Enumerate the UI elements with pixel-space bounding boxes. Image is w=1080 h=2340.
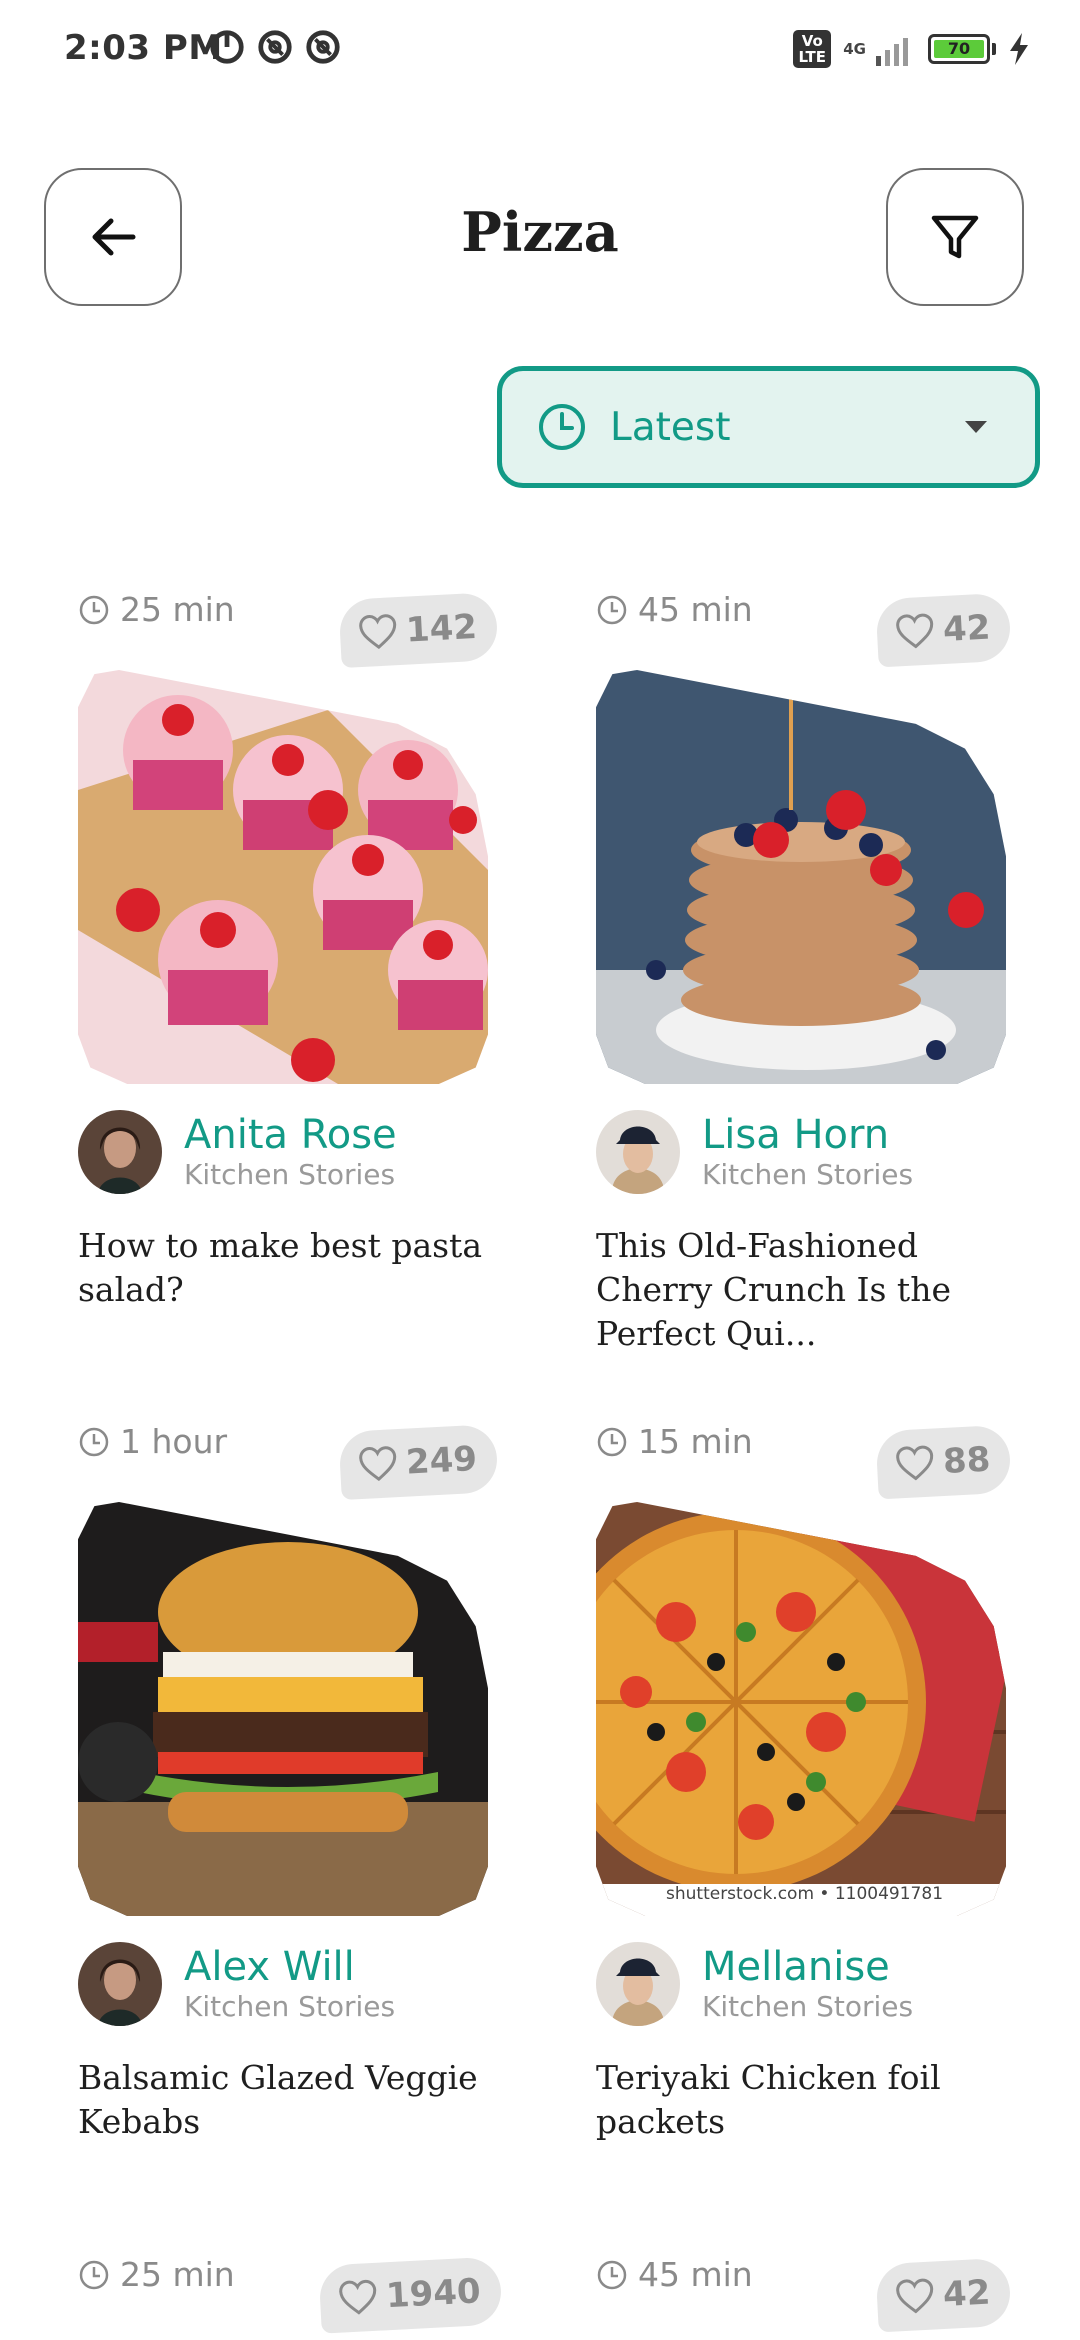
clock-icon <box>79 2260 109 2289</box>
recipe-title[interactable]: Teriyaki Chicken foil packets <box>596 2056 1016 2144</box>
sort-selected-label: Latest <box>610 404 731 450</box>
like-button[interactable]: 42 <box>875 2257 1013 2333</box>
recipe-card[interactable]: 45 min 42 Lisa Horn Kitchen Stories This… <box>596 590 1013 1356</box>
at-icon <box>258 30 292 64</box>
charging-icon <box>1010 33 1028 65</box>
pancakes-photo[interactable] <box>596 670 1006 1084</box>
status-system-icons: Vo LTE 4G 70 <box>793 30 1030 68</box>
volte-icon: Vo LTE <box>793 30 832 68</box>
like-count: 249 <box>404 1438 478 1483</box>
like-count: 42 <box>941 607 992 651</box>
status-bar: 2:03 PM Vo LTE 4G 70 <box>0 0 1080 100</box>
author-source: Kitchen Stories <box>184 1990 396 2023</box>
cook-time: 1 hour <box>78 1422 227 1461</box>
recipe-card[interactable]: 15 min 88 shutterstock.com • 1100491781 … <box>596 1422 1013 2144</box>
network-type: 4G <box>843 40 866 58</box>
avatar[interactable] <box>78 1942 162 2026</box>
heart-icon <box>896 2278 934 2314</box>
clock-icon <box>597 595 627 624</box>
cook-time-label: 1 hour <box>120 1422 228 1461</box>
cook-time: 25 min <box>78 2255 235 2294</box>
like-count: 1940 <box>384 2271 482 2317</box>
cook-time: 45 min <box>596 2255 753 2294</box>
chevron-down-icon <box>965 421 987 433</box>
heart-icon <box>359 614 397 650</box>
cook-time-label: 45 min <box>638 590 753 629</box>
heart-icon <box>896 1445 934 1481</box>
filter-icon <box>931 215 979 259</box>
author-source: Kitchen Stories <box>702 1158 914 1191</box>
signal-icon <box>876 38 908 66</box>
recipe-title[interactable]: This Old-Fashioned Cherry Crunch Is the … <box>596 1224 1036 1356</box>
sync-icon <box>210 30 244 64</box>
cook-time: 25 min <box>78 590 235 629</box>
clock-icon <box>79 595 109 624</box>
like-button[interactable]: 42 <box>875 592 1013 668</box>
avatar[interactable] <box>596 1942 680 2026</box>
like-count: 88 <box>941 1439 992 1483</box>
author-name[interactable]: Mellanise <box>702 1944 913 1990</box>
author-source: Kitchen Stories <box>702 1990 914 2023</box>
cook-time-label: 25 min <box>120 2255 235 2294</box>
cook-time-label: 25 min <box>120 590 235 629</box>
sort-dropdown[interactable]: Latest <box>497 366 1040 488</box>
pizza-photo[interactable] <box>596 1502 1006 1916</box>
cook-time: 15 min <box>596 1422 753 1461</box>
cook-time-label: 45 min <box>638 2255 753 2294</box>
recipe-title[interactable]: How to make best pasta salad? <box>78 1224 498 1312</box>
clock-icon <box>539 404 585 450</box>
at-icon <box>306 30 340 64</box>
cook-time: 45 min <box>596 590 753 629</box>
like-count: 42 <box>941 2272 992 2316</box>
recipe-title[interactable]: Balsamic Glazed Veggie Kebabs <box>78 2056 498 2144</box>
avatar[interactable] <box>596 1110 680 1194</box>
avatar[interactable] <box>78 1110 162 1194</box>
recipe-card[interactable]: 25 min 142 Anita Rose Kitchen Stories Ho… <box>78 590 499 1312</box>
burger-photo[interactable] <box>78 1502 488 1916</box>
like-button[interactable]: 1940 <box>318 2256 503 2334</box>
author-name[interactable]: Anita Rose <box>184 1112 397 1158</box>
status-time: 2:03 PM <box>64 28 223 68</box>
heart-icon <box>339 2279 377 2315</box>
heart-icon <box>359 1446 397 1482</box>
cupcakes-photo[interactable] <box>78 670 488 1084</box>
clock-icon <box>597 1427 627 1456</box>
like-count: 142 <box>404 606 478 651</box>
image-watermark: shutterstock.com • 1100491781 <box>666 1884 944 1904</box>
author-name[interactable]: Lisa Horn <box>702 1112 913 1158</box>
heart-icon <box>896 613 934 649</box>
battery-icon: 70 <box>928 34 996 64</box>
clock-icon <box>79 1427 109 1456</box>
author-name[interactable]: Alex Will <box>184 1944 395 1990</box>
like-button[interactable]: 142 <box>338 591 499 669</box>
recipe-card[interactable]: 45 min 42 <box>596 2255 1013 2335</box>
clock-icon <box>597 2260 627 2289</box>
battery-level: 70 <box>934 40 984 58</box>
filter-button[interactable] <box>886 168 1024 306</box>
like-button[interactable]: 88 <box>875 1424 1013 1500</box>
status-notification-icons <box>208 28 342 66</box>
recipe-card[interactable]: 25 min 1940 <box>78 2255 503 2335</box>
like-button[interactable]: 249 <box>338 1423 499 1501</box>
author-source: Kitchen Stories <box>184 1158 396 1191</box>
recipe-card[interactable]: 1 hour 249 Alex Will Kitchen Stories Bal… <box>78 1422 499 2144</box>
cook-time-label: 15 min <box>638 1422 753 1461</box>
